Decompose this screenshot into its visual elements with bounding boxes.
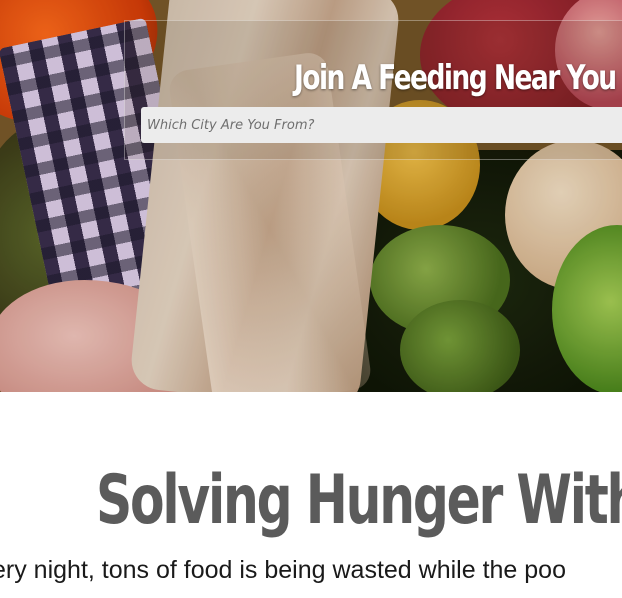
intro-text: ery night, tons of food is being wasted … [0,556,566,584]
city-search-input[interactable] [141,107,622,143]
page-headline: Solving Hunger With [96,461,622,540]
feeding-title: Join A Feeding Near You [294,58,617,98]
